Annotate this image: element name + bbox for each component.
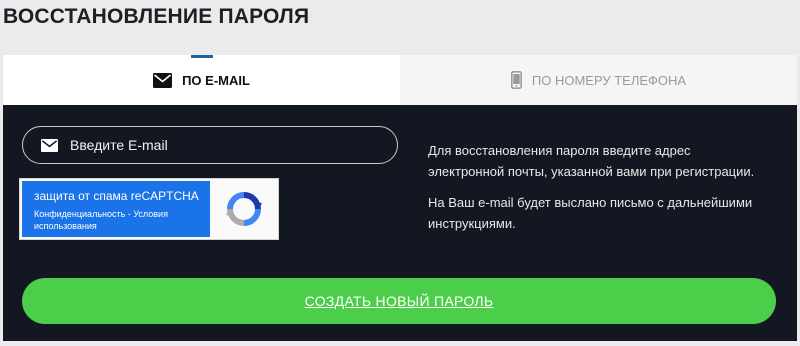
tab-phone-label: ПО НОМЕРУ ТЕЛЕФОНА [531, 72, 687, 88]
phone-icon [510, 71, 522, 89]
page-title: ВОССТАНОВЛЕНИЕ ПАРОЛЯ [3, 5, 310, 28]
instructions-paragraph-1: Для восстановления пароля введите адрес … [428, 143, 755, 179]
email-field[interactable] [22, 126, 398, 164]
recaptcha-links[interactable]: Конфиденциальность - Условия использован… [34, 208, 210, 232]
envelope-icon [153, 72, 173, 88]
active-tab-indicator [190, 55, 213, 58]
recaptcha-badge[interactable]: защита от спама reCAPTCHA Конфиденциальн… [19, 178, 279, 240]
email-input[interactable] [68, 136, 372, 154]
recovery-panel: защита от спама reCAPTCHA Конфиденциальн… [3, 105, 797, 341]
tab-phone[interactable]: ПО НОМЕРУ ТЕЛЕФОНА [400, 55, 797, 105]
envelope-icon [41, 138, 58, 152]
tab-email-label: ПО E-MAIL [182, 72, 250, 88]
instructions-paragraph-2: На Ваш e-mail будет выслано письмо с дал… [428, 195, 753, 231]
recaptcha-logo-icon [210, 179, 278, 239]
recaptcha-text-panel: защита от спама reCAPTCHA Конфиденциальн… [22, 181, 210, 237]
tab-bar: ПО E-MAIL ПО НОМЕРУ ТЕЛЕФОНА [3, 55, 797, 105]
create-new-password-button[interactable]: СОЗДАТЬ НОВЫЙ ПАРОЛЬ [22, 278, 776, 324]
tab-email[interactable]: ПО E-MAIL [3, 55, 400, 105]
recaptcha-title: защита от спама reCAPTCHA [34, 189, 199, 203]
instructions-text: Для восстановления пароля введите адрес … [428, 140, 758, 244]
